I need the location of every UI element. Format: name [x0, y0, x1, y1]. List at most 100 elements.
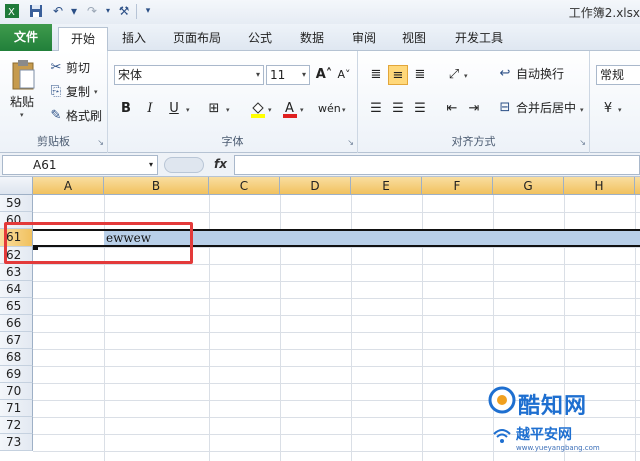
align-middle-icon[interactable]: ≡: [388, 65, 408, 85]
italic-button[interactable]: I: [140, 99, 160, 119]
tab-file[interactable]: 文件: [0, 24, 52, 51]
tab-data[interactable]: 数据: [290, 27, 334, 51]
row-header-73[interactable]: 73: [0, 434, 33, 451]
row-header-68[interactable]: 68: [0, 349, 33, 366]
formula-bar-splitter[interactable]: [164, 157, 204, 173]
save-icon[interactable]: [28, 3, 44, 19]
phonetic-dropdown-icon[interactable]: ▾: [342, 106, 346, 114]
accounting-format-icon[interactable]: ¥: [598, 99, 618, 119]
clipboard-launcher-icon[interactable]: ↘: [97, 138, 104, 147]
paste-icon[interactable]: [8, 57, 38, 91]
align-center-icon[interactable]: ☰: [388, 99, 408, 119]
formula-bar: A61 ▾ fx: [0, 153, 640, 177]
shrink-font-icon[interactable]: A˅: [334, 65, 354, 85]
wrap-text-icon[interactable]: ↩: [496, 65, 514, 83]
accounting-dropdown-icon[interactable]: ▾: [618, 106, 622, 114]
name-box[interactable]: A61 ▾: [2, 155, 158, 175]
tab-home[interactable]: 开始: [58, 27, 108, 52]
font-color-dropdown-icon[interactable]: ▾: [300, 106, 304, 114]
align-bottom-icon[interactable]: ≣: [410, 65, 430, 85]
phonetic-guide-icon[interactable]: wén: [318, 99, 341, 119]
watermark-url: www.yueyangbang.com: [516, 444, 600, 452]
grow-font-icon[interactable]: A˄: [314, 65, 334, 85]
tab-developer[interactable]: 开发工具: [446, 27, 512, 51]
merge-center-icon[interactable]: ⊟: [496, 99, 514, 117]
borders-icon[interactable]: ⊞: [204, 99, 224, 119]
underline-dropdown-icon[interactable]: ▾: [186, 106, 190, 114]
row-header-59[interactable]: 59: [0, 195, 33, 212]
tab-view[interactable]: 视图: [392, 27, 436, 51]
decrease-indent-icon[interactable]: ⇤: [442, 99, 462, 119]
number-format-combo[interactable]: 常规: [596, 65, 640, 85]
orientation-icon[interactable]: ⤢: [444, 65, 464, 85]
increase-indent-icon[interactable]: ⇥: [464, 99, 484, 119]
row-header-64[interactable]: 64: [0, 281, 33, 298]
fill-color-icon[interactable]: [248, 99, 268, 119]
redo-dropdown-icon[interactable]: ▾: [100, 3, 116, 19]
number-format-value: 常规: [600, 68, 625, 82]
font-group: 宋体 ▾ 11 ▾ A˄ A˅ B I U ▾ ⊞ ▾ ▾ A ▾ wén ▾ …: [108, 51, 358, 153]
insert-function-icon[interactable]: fx: [214, 157, 227, 171]
font-color-icon[interactable]: A: [280, 99, 300, 119]
row-header-66[interactable]: 66: [0, 315, 33, 332]
copy-icon[interactable]: ⎘: [48, 83, 64, 101]
merge-center-dropdown-icon[interactable]: ▾: [580, 106, 584, 114]
format-painter-icon[interactable]: ⚒: [116, 3, 132, 19]
column-header-c[interactable]: C: [209, 177, 280, 195]
row-header-65[interactable]: 65: [0, 298, 33, 315]
column-header-b[interactable]: B: [104, 177, 209, 195]
fill-color-dropdown-icon[interactable]: ▾: [268, 106, 272, 114]
customize-qat-icon[interactable]: ▾: [140, 3, 156, 19]
format-painter-button[interactable]: 格式刷: [66, 107, 102, 125]
column-header-a[interactable]: A: [33, 177, 104, 195]
row-header-70[interactable]: 70: [0, 383, 33, 400]
align-top-icon[interactable]: ≣: [366, 65, 386, 85]
row-header-72[interactable]: 72: [0, 417, 33, 434]
watermark-title: 酷知网: [518, 394, 588, 419]
font-size-dropdown-icon[interactable]: ▾: [302, 66, 306, 84]
align-right-icon[interactable]: ☰: [410, 99, 430, 119]
column-header-i[interactable]: [635, 177, 640, 195]
alignment-launcher-icon[interactable]: ↘: [579, 138, 586, 147]
column-header-e[interactable]: E: [351, 177, 422, 195]
cut-button[interactable]: 剪切: [66, 59, 90, 77]
align-left-icon[interactable]: ☰: [366, 99, 386, 119]
column-header-d[interactable]: D: [280, 177, 351, 195]
select-all-corner[interactable]: [0, 177, 33, 195]
underline-button[interactable]: U: [164, 99, 184, 119]
tab-review[interactable]: 审阅: [342, 27, 386, 51]
undo-icon[interactable]: ↶: [50, 3, 66, 19]
tab-page-layout[interactable]: 页面布局: [164, 27, 230, 51]
row-header-69[interactable]: 69: [0, 366, 33, 383]
orientation-dropdown-icon[interactable]: ▾: [464, 72, 468, 80]
font-name-dropdown-icon[interactable]: ▾: [256, 66, 260, 84]
tab-formulas[interactable]: 公式: [238, 27, 282, 51]
undo-dropdown-icon[interactable]: ▾: [66, 3, 82, 19]
copy-dropdown-icon[interactable]: ▾: [94, 88, 98, 96]
alignment-group: ≣ ≡ ≣ ⤢ ▾ ↩ 自动换行 ☰ ☰ ☰ ⇤ ⇥ ⊟ 合并后居中 ▾ 对齐方…: [358, 51, 590, 153]
merge-center-button[interactable]: 合并后居中: [516, 99, 576, 117]
wrap-text-button[interactable]: 自动换行: [516, 65, 564, 83]
borders-dropdown-icon[interactable]: ▾: [226, 106, 230, 114]
font-launcher-icon[interactable]: ↘: [347, 138, 354, 147]
font-size-combo[interactable]: 11 ▾: [266, 65, 310, 85]
column-header-f[interactable]: F: [422, 177, 493, 195]
format-painter-brush-icon[interactable]: ✎: [48, 107, 64, 125]
cut-icon[interactable]: ✂: [48, 59, 64, 77]
bold-button[interactable]: B: [116, 99, 136, 119]
paste-dropdown-icon[interactable]: ▾: [20, 111, 24, 119]
tab-insert[interactable]: 插入: [112, 27, 156, 51]
row-header-71[interactable]: 71: [0, 400, 33, 417]
redo-icon[interactable]: ↷: [84, 3, 100, 19]
paste-button-label[interactable]: 粘贴: [10, 93, 34, 111]
name-box-dropdown-icon[interactable]: ▾: [149, 156, 153, 174]
highlight-annotation-box: [4, 222, 193, 264]
excel-app-icon[interactable]: X: [4, 3, 20, 19]
font-name-combo[interactable]: 宋体 ▾: [114, 65, 264, 85]
column-header-g[interactable]: G: [493, 177, 564, 195]
column-header-h[interactable]: H: [564, 177, 635, 195]
row-header-63[interactable]: 63: [0, 264, 33, 281]
copy-button[interactable]: 复制: [66, 83, 90, 101]
formula-input[interactable]: [234, 155, 640, 175]
row-header-67[interactable]: 67: [0, 332, 33, 349]
